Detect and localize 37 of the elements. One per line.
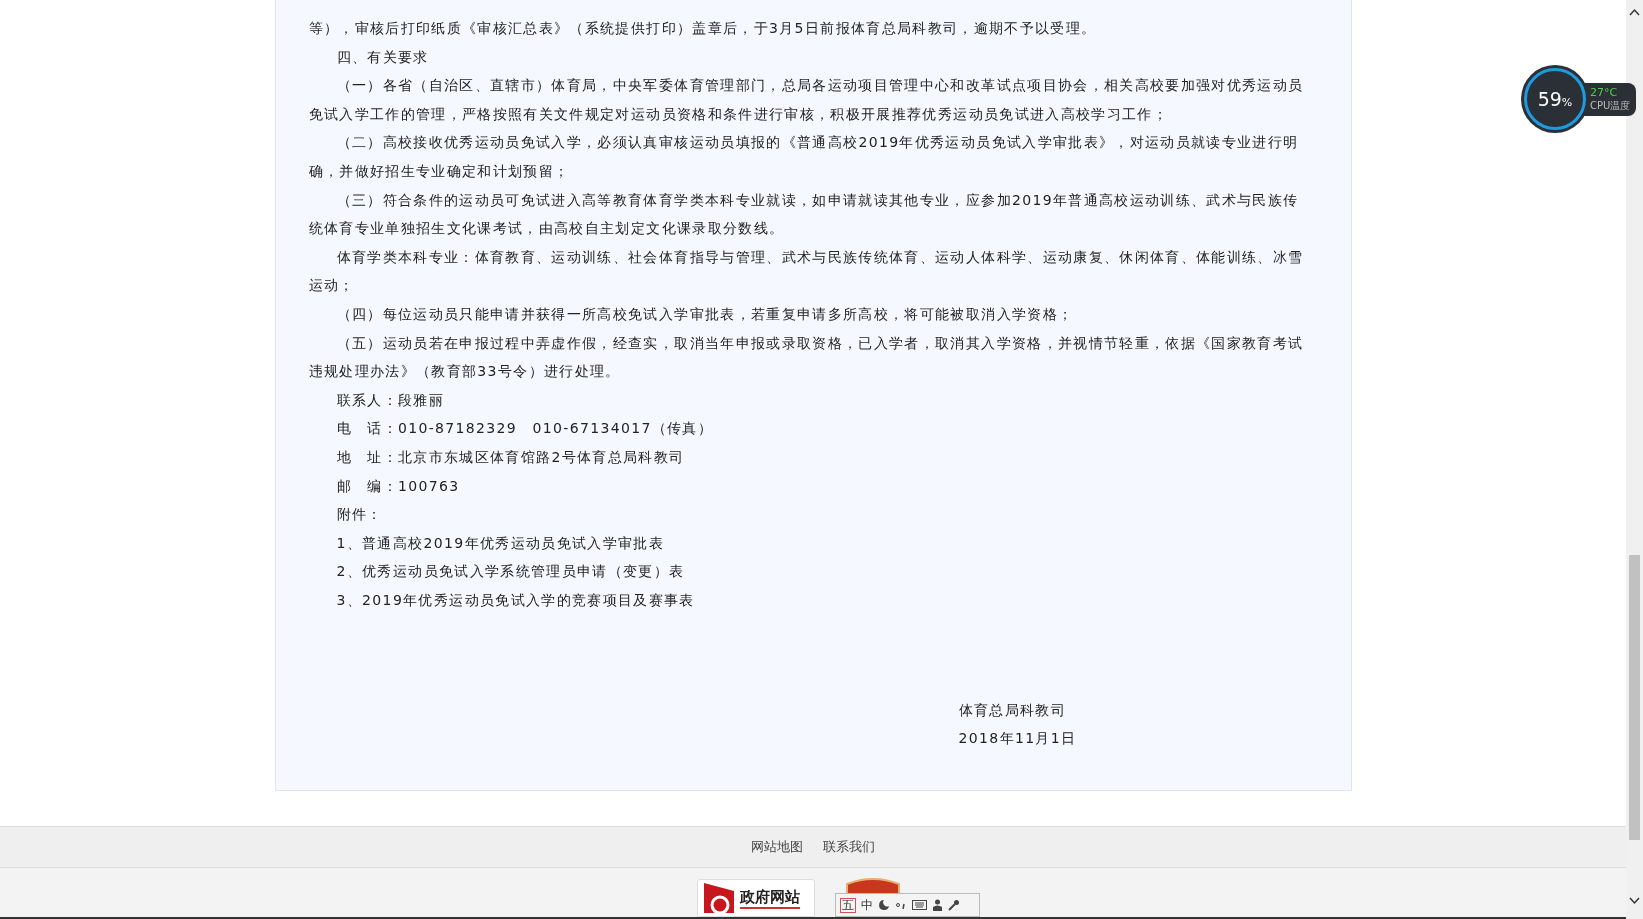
footer-link[interactable]: 联系我们 (823, 838, 875, 856)
article-paragraph: 电 话：010-87182329 010-67134017（传真） (335, 419, 715, 439)
cpu-usage-dial[interactable]: 59% (1524, 68, 1586, 130)
article-paragraph: 3、2019年优秀运动员免试入学的竞赛项目及赛事表 (335, 590, 696, 610)
article-paragraph: 邮 编：100763 (335, 476, 461, 496)
flag-logo-icon (704, 883, 734, 913)
article-paragraph: 体育学类本科专业：体育教育、运动训练、社会体育指导与管理、武术与民族传统体育、运动人体科学、运动康复、休闲体育、体能训练、冰雪运动； (308, 247, 1305, 296)
signature-org: 体育总局科教司 (958, 701, 1067, 721)
article-paragraph: （五）运动员若在申报过程中弄虚作假，经查实，取消当年申报或录取资格，已入学者，取消其入学资格，并视情节轻重，依据《国家教育考试违规处理办法》（教育部33号令）进行处理。 (308, 333, 1305, 382)
article-paragraph: 1、普通高校2019年优秀运动员免试入学审批表 (335, 533, 666, 553)
article-paragraph: 2、优秀运动员免试入学系统管理员申请（变更）表 (335, 562, 686, 582)
article-paragraph: 四、有关要求 (335, 47, 430, 67)
cpu-temperature: 27°C (1590, 85, 1619, 99)
badge-text: 政府网站 (740, 887, 800, 909)
article-paragraph: 等），审核后打印纸质《审核汇总表》（系统提供打印）盖章后，于3月5日前报体育总局科教司，逾期不予以受理。 (308, 19, 1098, 38)
article-paragraph: （二）高校接收优秀运动员免试入学，必须认真审核运动员填报的《普通高校2019年优秀运动员免试入学审批表》，对运动员就读专业进行明确，并做好招生专业确定和计划预留； (308, 133, 1300, 181)
footer-link[interactable]: 网站地图 (751, 838, 803, 856)
signature-date: 2018年11月1日 (958, 729, 1078, 749)
percent-unit: % (1561, 95, 1573, 109)
cpu-label: CPU温度 (1590, 98, 1631, 113)
keyboard-icon[interactable] (912, 900, 927, 910)
government-site-badge[interactable]: 政府网站 (697, 879, 815, 917)
scroll-down-icon[interactable] (1629, 897, 1640, 905)
article-paragraph: 地 址：北京市东城区体育馆路2号体育总局科教司 (335, 447, 686, 467)
article-paragraph: （一）各省（自治区、直辖市）体育局，中央军委体育管理部门，总局各运动项目管理中心和改革试点项目协会，相关高校要加强对优秀运动员免试入学工作的管理，严格按照有关文件规定对运动员资格和条件进行审核，积极开展推荐优秀运动员免试进入高校学习工作； (308, 76, 1305, 124)
article-paragraph: （四）每位运动员只能申请并获得一所高校免试入学审批表，若重复申请多所高校，将可能被取消入学资格； (335, 304, 1075, 324)
scroll-thumb[interactable] (1629, 555, 1640, 840)
moon-icon[interactable] (878, 899, 890, 911)
ime-key[interactable]: 中 (861, 896, 873, 914)
cpu-percent: 59 (1537, 88, 1562, 110)
article-paragraph: （三）符合条件的运动员可免试进入高等教育体育学类本科专业就读，如申请就读其他专业，应参加2019年普通高校运动训练、武术与民族传统体育专业单独招生文化课考试，由高校自主划定文化课录取分数线。 (308, 190, 1300, 239)
article-paragraph: 附件： (335, 505, 384, 525)
article-paragraph: 联系人：段雅丽 (335, 390, 445, 410)
scroll-up-icon[interactable] (1629, 8, 1640, 16)
wrench-icon[interactable] (948, 899, 960, 911)
ime-key[interactable]: 五 (840, 897, 856, 913)
person-icon[interactable] (932, 899, 943, 911)
